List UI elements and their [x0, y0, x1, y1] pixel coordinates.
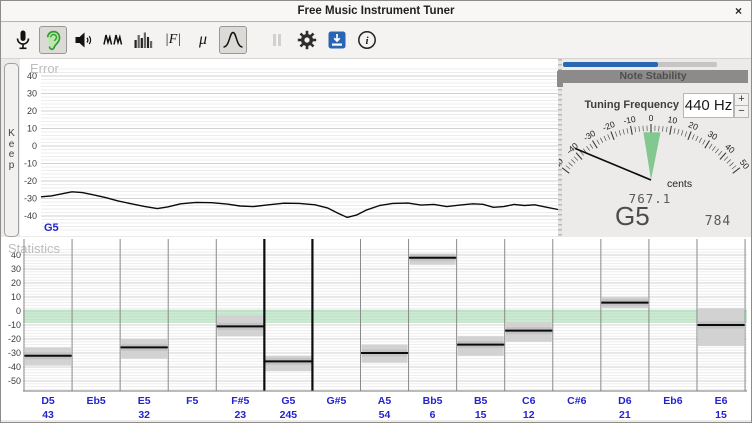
note-stability-progress-fill — [563, 62, 658, 67]
svg-text:54: 54 — [379, 409, 391, 421]
svg-text:245: 245 — [280, 409, 298, 421]
svg-text:G5: G5 — [281, 395, 295, 407]
svg-text:-50: -50 — [8, 376, 21, 386]
settings-icon — [295, 28, 319, 52]
svg-text:-10: -10 — [8, 320, 21, 330]
svg-text:G#5: G#5 — [327, 395, 347, 407]
note-stability-progressbar — [563, 62, 717, 67]
toolbar-settings-button[interactable] — [293, 26, 321, 54]
svg-text:D6: D6 — [618, 395, 632, 407]
waveform-icon — [101, 28, 125, 52]
ear-icon — [41, 28, 65, 52]
svg-text:-30: -30 — [581, 128, 597, 143]
svg-text:E5: E5 — [138, 395, 151, 407]
microphone-icon — [11, 28, 35, 52]
fourier-icon: |F| — [165, 32, 181, 48]
svg-text:23: 23 — [234, 409, 246, 421]
svg-text:-20: -20 — [24, 176, 37, 186]
svg-text:B5: B5 — [474, 395, 488, 407]
speaker-icon — [71, 28, 95, 52]
mu-icon: μ — [199, 31, 207, 49]
panel-header: Note Stability — [558, 70, 748, 83]
toolbar-pause-button[interactable] — [263, 26, 291, 54]
svg-text:Bb5: Bb5 — [423, 395, 443, 407]
svg-text:Eb5: Eb5 — [86, 395, 105, 407]
toolbar-export-button[interactable] — [323, 26, 351, 54]
svg-text:-10: -10 — [623, 114, 637, 126]
svg-text:cents: cents — [667, 178, 692, 190]
close-button[interactable]: × — [735, 4, 742, 18]
svg-text:C#6: C#6 — [567, 395, 586, 407]
svg-text:30: 30 — [706, 129, 720, 143]
svg-text:Error: Error — [30, 61, 60, 76]
svg-text:F5: F5 — [186, 395, 198, 407]
svg-text:50: 50 — [738, 157, 749, 171]
frequency-increment-button[interactable]: + — [735, 94, 748, 106]
svg-text:-40: -40 — [564, 140, 580, 156]
svg-text:10: 10 — [667, 114, 678, 126]
toolbar-microphone-button[interactable] — [9, 26, 37, 54]
svg-text:F#5: F#5 — [231, 395, 249, 407]
histogram-icon — [131, 28, 155, 52]
svg-text:20: 20 — [687, 119, 700, 132]
target-frequency-display: 784 — [697, 214, 739, 229]
gaussian-icon — [221, 28, 245, 52]
svg-text:6: 6 — [430, 409, 436, 421]
info-icon: i — [355, 28, 379, 52]
svg-text:0: 0 — [649, 114, 654, 123]
svg-text:0: 0 — [32, 141, 37, 151]
detected-note-label: G5 — [615, 201, 650, 232]
pause-icon — [265, 28, 289, 52]
svg-text:15: 15 — [475, 409, 487, 421]
svg-text:C6: C6 — [522, 395, 536, 407]
svg-text:20: 20 — [27, 106, 37, 116]
svg-text:E6: E6 — [715, 395, 728, 407]
svg-text:-40: -40 — [8, 362, 21, 372]
svg-text:-30: -30 — [24, 194, 37, 204]
svg-text:43: 43 — [42, 409, 54, 421]
app-window: Free Music Instrument Tuner × |F|μi Keep… — [0, 0, 752, 423]
svg-text:Statistics: Statistics — [8, 241, 61, 256]
svg-text:15: 15 — [715, 409, 727, 421]
toolbar-info-button[interactable]: i — [353, 26, 381, 54]
svg-text:i: i — [365, 35, 369, 47]
svg-text:Eb6: Eb6 — [663, 395, 682, 407]
toolbar-histogram-button[interactable] — [129, 26, 157, 54]
svg-text:D5: D5 — [41, 395, 55, 407]
titlebar: Free Music Instrument Tuner × — [1, 1, 751, 22]
svg-text:12: 12 — [523, 409, 535, 421]
toolbar-mu-button[interactable]: μ — [189, 26, 217, 54]
error-chart: 403020100-10-20-30-40ErrorG5 — [1, 59, 559, 237]
svg-text:32: 32 — [138, 409, 150, 421]
svg-text:-40: -40 — [24, 211, 37, 221]
statistics-chart: 403020100-10-20-30-40-50StatisticsD543Eb… — [1, 237, 752, 423]
export-icon — [325, 28, 349, 52]
svg-text:30: 30 — [27, 89, 37, 99]
svg-text:30: 30 — [11, 264, 21, 274]
svg-text:-30: -30 — [8, 348, 21, 358]
window-title: Free Music Instrument Tuner — [1, 5, 751, 17]
svg-text:G5: G5 — [44, 222, 59, 234]
toolbar-ear-button[interactable] — [39, 26, 67, 54]
toolbar-speaker-button[interactable] — [69, 26, 97, 54]
toolbar-fourier-button[interactable]: |F| — [159, 26, 187, 54]
svg-text:-20: -20 — [601, 119, 616, 133]
svg-text:A5: A5 — [378, 395, 392, 407]
svg-text:0: 0 — [16, 306, 21, 316]
svg-text:20: 20 — [11, 278, 21, 288]
toolbar-waveform-button[interactable] — [99, 26, 127, 54]
main-area: Keep 403020100-10-20-30-40ErrorG5 Note S… — [1, 59, 752, 423]
svg-text:-10: -10 — [24, 159, 37, 169]
svg-text:-20: -20 — [8, 334, 21, 344]
svg-text:21: 21 — [619, 409, 631, 421]
svg-text:10: 10 — [11, 292, 21, 302]
note-stability-panel: Note Stability Tuning Frequency 440 Hz +… — [557, 59, 752, 237]
toolbar-gaussian-button[interactable] — [219, 26, 247, 54]
svg-text:10: 10 — [27, 124, 37, 134]
tuning-frequency-label: Tuning Frequency — [557, 99, 679, 111]
toolbar: |F| μ i — [1, 22, 751, 59]
